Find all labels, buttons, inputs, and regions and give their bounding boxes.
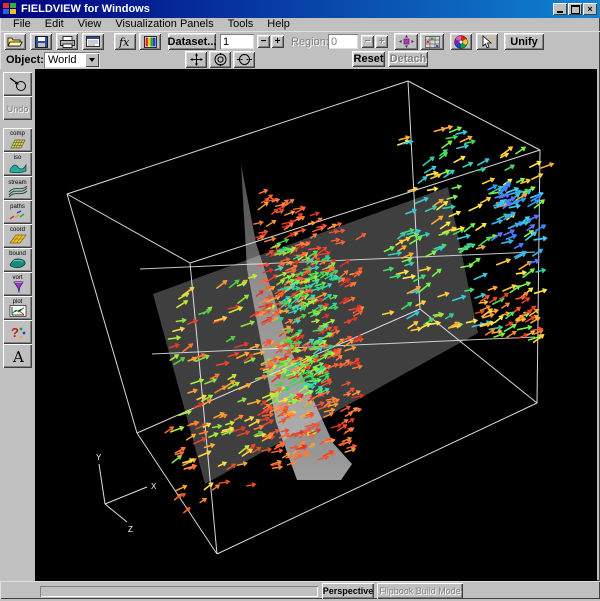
fit-view-icon xyxy=(399,35,414,48)
app-window: FIELDVIEW for Windows × File Edit View V… xyxy=(0,0,600,599)
sidebar-item-vortex-cores[interactable]: vort xyxy=(3,272,32,296)
pointer-tool-button[interactable] xyxy=(476,33,498,50)
window-title: FIELDVIEW for Windows xyxy=(21,3,552,15)
sidebar-item-annotate[interactable]: A xyxy=(3,344,32,368)
maximize-button[interactable] xyxy=(568,3,582,15)
sidebar-item-coord-surface[interactable]: coord xyxy=(3,224,32,248)
object-dropdown[interactable]: World xyxy=(44,52,100,68)
dataset-minus-button[interactable]: − xyxy=(257,35,270,48)
status-message-field xyxy=(40,586,318,597)
function-fx-icon: fx xyxy=(117,35,133,48)
object-dropdown-value: World xyxy=(48,54,77,66)
minimize-button[interactable] xyxy=(553,3,567,15)
main-area: Undo comp iso stream xyxy=(0,69,600,581)
particle-paths-icon xyxy=(8,210,28,221)
menu-view[interactable]: View xyxy=(71,18,109,31)
orbit-icon xyxy=(214,53,227,66)
plot-icon xyxy=(8,305,28,317)
close-button[interactable]: × xyxy=(583,3,597,15)
pointer-tool-icon xyxy=(481,35,494,48)
annotation-text-icon: A xyxy=(8,348,28,364)
axis-label-y: Y xyxy=(96,453,102,462)
menubar: File Edit View Visualization Panels Tool… xyxy=(0,18,600,31)
pick-tool-icon xyxy=(8,76,28,92)
chevron-down-icon[interactable] xyxy=(85,53,99,67)
unify-button[interactable]: Unify xyxy=(504,33,544,50)
sidebar-item-particle-paths[interactable]: paths xyxy=(3,200,32,224)
fit-view-button[interactable] xyxy=(394,33,418,50)
region-minus-button: − xyxy=(361,35,374,48)
probe-query-icon: ? xyxy=(8,324,28,340)
panel-window-button[interactable] xyxy=(82,33,104,50)
spin-mode-button[interactable] xyxy=(233,51,255,68)
function-button[interactable]: fx xyxy=(114,33,136,50)
axis-label-z: Z xyxy=(128,525,133,534)
statusbar: Perspective Flipbook Build Mode xyxy=(0,581,600,601)
pan-icon xyxy=(190,53,203,66)
color-wheel-icon xyxy=(454,35,468,49)
menu-help[interactable]: Help xyxy=(260,18,297,31)
axis-label-x: X xyxy=(151,482,157,491)
menu-edit[interactable]: Edit xyxy=(38,18,71,31)
coordinate-surface-icon xyxy=(8,233,28,245)
region-label: Region: xyxy=(291,36,329,48)
flipbook-build-mode-toggle: Flipbook Build Mode xyxy=(377,583,463,599)
print-button[interactable] xyxy=(56,33,78,50)
vortex-cores-icon xyxy=(8,281,28,293)
viewport[interactable]: Y X Z xyxy=(35,69,597,581)
iso-surface-icon xyxy=(8,161,28,173)
svg-text:A: A xyxy=(12,348,24,364)
toolbar-transform: Object: World xyxy=(0,51,600,69)
save-icon xyxy=(35,36,48,48)
pan-mode-button[interactable] xyxy=(185,51,207,68)
svg-text:fx: fx xyxy=(118,36,130,48)
detach-button: Detach xyxy=(388,51,428,67)
sidebar-item-iso-surface[interactable]: iso xyxy=(3,152,32,176)
dataset-number-input[interactable] xyxy=(220,34,254,49)
titlebar[interactable]: FIELDVIEW for Windows × xyxy=(0,0,600,18)
save-button[interactable] xyxy=(30,33,52,50)
open-icon xyxy=(7,36,23,47)
sidebar-item-streamlines[interactable]: stream xyxy=(3,176,32,200)
sidebar-item-boundary-surface[interactable]: bound xyxy=(3,248,32,272)
menu-file[interactable]: File xyxy=(6,18,38,31)
print-icon xyxy=(60,36,75,48)
svg-text:?: ? xyxy=(11,325,19,340)
sidebar-item-pick[interactable] xyxy=(3,72,32,96)
viewport-scene[interactable]: Y X Z xyxy=(35,69,597,581)
streamlines-icon xyxy=(8,186,28,197)
region-plus-button: + xyxy=(375,35,388,48)
ijk-sampling-icon xyxy=(425,36,440,48)
color-wheel-button[interactable] xyxy=(450,33,472,50)
boundary-surface-icon xyxy=(8,257,28,269)
open-button[interactable] xyxy=(4,33,26,50)
menu-visualization-panels[interactable]: Visualization Panels xyxy=(108,18,220,31)
sidebar-item-probe[interactable]: ? xyxy=(3,320,32,344)
object-label: Object: xyxy=(6,54,44,66)
dataset-button[interactable]: Dataset... xyxy=(168,33,216,50)
sidebar-toolbox: Undo comp iso stream xyxy=(0,69,35,581)
colormap-button[interactable] xyxy=(139,33,161,50)
spin-icon xyxy=(237,53,252,66)
perspective-toggle[interactable]: Perspective xyxy=(322,583,374,599)
reset-button[interactable]: Reset xyxy=(352,51,385,67)
region-number-input xyxy=(328,34,358,49)
sidebar-item-plot[interactable]: plot xyxy=(3,296,32,320)
dataset-plus-button[interactable]: + xyxy=(271,35,284,48)
undo-label: Undo xyxy=(7,104,29,114)
sidebar-item-undo: Undo xyxy=(3,96,32,120)
computational-surface-icon xyxy=(8,137,28,150)
app-icon xyxy=(3,3,17,15)
toolbar-main: fx Dataset... − + Region: − + xyxy=(0,31,600,51)
menu-tools[interactable]: Tools xyxy=(221,18,261,31)
orbit-mode-button[interactable] xyxy=(209,51,231,68)
ijk-sampling-button[interactable] xyxy=(420,33,444,50)
panel-window-icon xyxy=(86,36,100,47)
colormap-icon xyxy=(144,36,157,48)
sidebar-item-comp-surface[interactable]: comp xyxy=(3,128,32,152)
